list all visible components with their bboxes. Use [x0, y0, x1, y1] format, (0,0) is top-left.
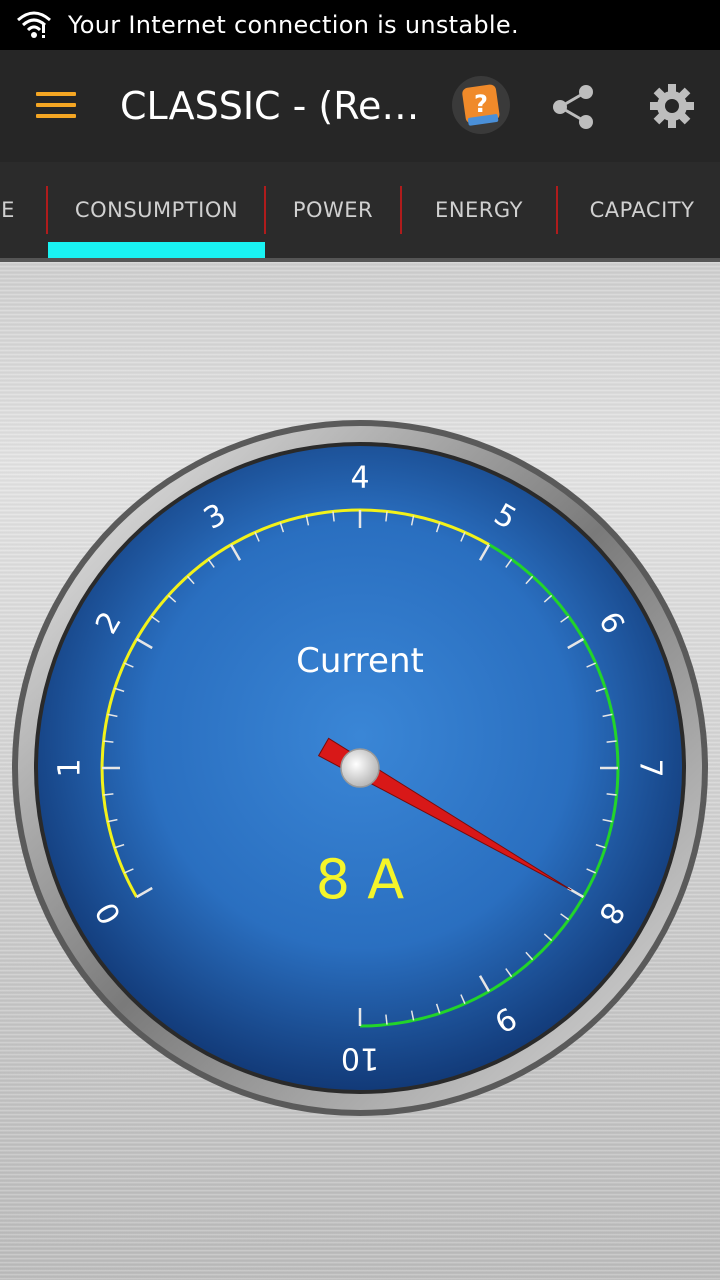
- gauge-readout: 8 A: [316, 848, 405, 911]
- gauge-title: Current: [296, 641, 424, 681]
- tick-label-4: 4: [350, 461, 369, 496]
- tab-capacity[interactable]: CAPACITY: [558, 162, 720, 258]
- svg-text:?: ?: [474, 90, 488, 118]
- hamburger-menu-icon[interactable]: [36, 92, 76, 122]
- active-tab-indicator: [48, 242, 265, 258]
- app-toolbar: CLASSIC - (Res... ?: [0, 50, 720, 162]
- tick-label-1: 1: [53, 758, 88, 777]
- current-gauge: 012345678910 Current 8 A: [12, 420, 708, 1116]
- status-bar: Your Internet connection is unstable.: [0, 0, 720, 50]
- connection-warning-text: Your Internet connection is unstable.: [68, 11, 519, 39]
- share-icon[interactable]: [548, 82, 598, 132]
- wifi-warning-icon: [17, 11, 51, 38]
- tab-power[interactable]: POWER: [266, 162, 400, 258]
- gear-icon[interactable]: [648, 82, 696, 130]
- page-title: CLASSIC - (Res...: [120, 84, 430, 128]
- tab-previous[interactable]: E: [0, 162, 20, 258]
- tick-label-7: 7: [633, 758, 668, 777]
- tab-energy[interactable]: ENERGY: [402, 162, 556, 258]
- help-book-icon[interactable]: ?: [450, 74, 512, 136]
- needle-hub: [340, 748, 380, 788]
- tick-label-10: 10: [341, 1041, 379, 1076]
